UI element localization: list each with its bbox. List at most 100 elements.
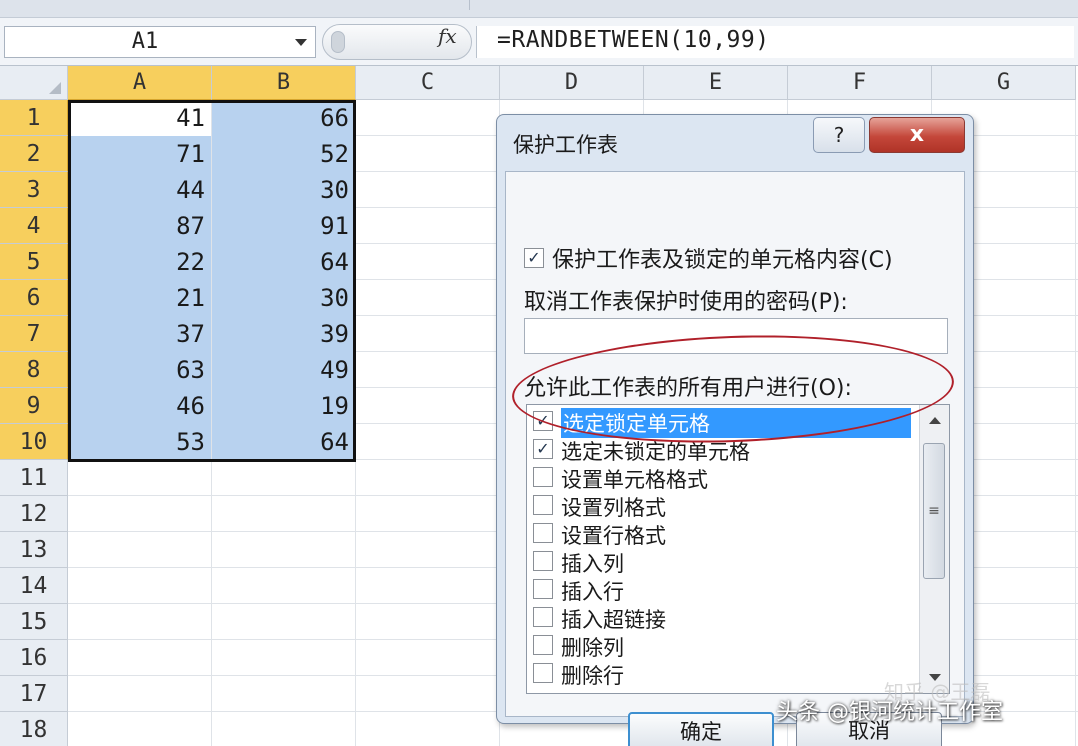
grip-icon: ≡ [928,503,940,519]
row-header-17[interactable]: 17 [0,676,68,712]
cell-a10[interactable]: 53 [68,424,211,460]
permission-item[interactable]: 删除行 [527,659,917,688]
permission-label: 选定锁定单元格 [561,408,911,438]
check-icon: ✓ [536,411,550,430]
permission-checkbox[interactable] [533,579,553,599]
permission-checkbox[interactable] [533,551,553,571]
cell-b8[interactable]: 49 [212,352,355,388]
protect-content-label: 保护工作表及锁定的单元格内容(C) [552,248,893,273]
cell-a7[interactable]: 37 [68,316,211,352]
row-header-14[interactable]: 14 [0,568,68,604]
insert-function-icon[interactable]: fx [438,24,466,52]
close-button[interactable]: x [869,117,965,153]
name-box-value: A1 [131,29,159,54]
permission-checkbox[interactable] [533,663,553,683]
column-header-c[interactable]: C [356,66,500,100]
permissions-scrollbar[interactable]: ≡ [919,405,949,693]
permission-item[interactable]: 插入超链接 [527,603,917,632]
row-header-2[interactable]: 2 [0,136,68,172]
row-header-7[interactable]: 7 [0,316,68,352]
permission-item[interactable]: ✓ 选定未锁定的单元格 [527,435,917,464]
permission-label: 删除列 [561,636,624,660]
permission-item[interactable]: 插入列 [527,547,917,576]
cell-b6[interactable]: 30 [212,280,355,316]
dialog-body: ✓ 保护工作表及锁定的单元格内容(C) 取消工作表保护时使用的密码(P): 允许… [505,171,965,746]
permission-label: 插入超链接 [561,608,666,632]
protect-sheet-dialog: 保护工作表 ? x ✓ 保护工作表及锁定的单元格内容(C) 取消工作表保护时使用… [496,114,974,746]
column-header-b[interactable]: B [212,66,356,100]
column-header-e[interactable]: E [644,66,788,100]
password-input[interactable] [524,318,948,354]
row-header-11[interactable]: 11 [0,460,68,496]
permission-item[interactable]: 设置列格式 [527,491,917,520]
cell-b10[interactable]: 64 [212,424,355,460]
cell-b3[interactable]: 30 [212,172,355,208]
cell-b2[interactable]: 52 [212,136,355,172]
row-header-10[interactable]: 10 [0,424,68,460]
permission-checkbox[interactable] [533,523,553,543]
row-header-12[interactable]: 12 [0,496,68,532]
row-header-4[interactable]: 4 [0,208,68,244]
scroll-thumb[interactable]: ≡ [923,443,945,579]
row-header-15[interactable]: 15 [0,604,68,640]
permission-item[interactable]: 设置单元格格式 [527,463,917,492]
column-header-g[interactable]: G [932,66,1076,100]
cell-b9[interactable]: 19 [212,388,355,424]
row-header-16[interactable]: 16 [0,640,68,676]
row-header-3[interactable]: 3 [0,172,68,208]
cell-a1[interactable]: 41 [68,100,211,136]
row-header-1[interactable]: 1 [0,100,68,136]
permission-checkbox[interactable] [533,495,553,515]
cell-b7[interactable]: 39 [212,316,355,352]
formula-bar: A1 fx =RANDBETWEEN(10,99) [0,18,1078,66]
cell-a9[interactable]: 46 [68,388,211,424]
ribbon-divider [330,0,470,10]
chevron-down-icon[interactable] [295,39,307,46]
cell-a4[interactable]: 87 [68,208,211,244]
protect-content-checkbox[interactable]: ✓ [524,248,544,268]
permission-checkbox[interactable]: ✓ [533,411,553,431]
permission-item[interactable]: 插入行 [527,575,917,604]
select-all-icon [49,82,61,94]
permission-label: 设置单元格格式 [561,468,708,492]
permission-checkbox[interactable] [533,607,553,627]
watermark: 头条 @银河统计工作室 [776,700,1003,725]
permission-label: 插入列 [561,552,624,576]
scroll-up-icon[interactable] [929,417,941,424]
formula-text: =RANDBETWEEN(10,99) [497,27,770,53]
help-button[interactable]: ? [813,117,865,153]
ok-button[interactable]: 确定 [628,712,774,746]
permission-item[interactable]: ✓ 选定锁定单元格 [527,407,917,438]
permissions-list[interactable]: 删除行 删除列 插入超链接 插入行 插入列 设置行格式 设置列格式 设置单元格格式 ✓ 选定未锁定… [526,404,950,694]
permission-label: 选定未锁定的单元格 [561,440,750,464]
column-header-d[interactable]: D [500,66,644,100]
row-header-13[interactable]: 13 [0,532,68,568]
row-header-8[interactable]: 8 [0,352,68,388]
row-header-9[interactable]: 9 [0,388,68,424]
name-box[interactable]: A1 [4,26,316,58]
row-header-18[interactable]: 18 [0,712,68,746]
permission-item[interactable]: 删除列 [527,631,917,660]
password-label: 取消工作表保护时使用的密码(P): [524,290,848,315]
column-header-a[interactable]: A [68,66,212,100]
permission-checkbox[interactable] [533,635,553,655]
cell-a8[interactable]: 63 [68,352,211,388]
permission-checkbox[interactable] [533,467,553,487]
ribbon-edge [0,0,1078,18]
select-all-button[interactable] [0,66,68,100]
permission-checkbox[interactable]: ✓ [533,439,553,459]
column-header-f[interactable]: F [788,66,932,100]
cell-a3[interactable]: 44 [68,172,211,208]
row-header-6[interactable]: 6 [0,280,68,316]
cell-a5[interactable]: 22 [68,244,211,280]
cell-b5[interactable]: 64 [212,244,355,280]
formula-input[interactable]: =RANDBETWEEN(10,99) [476,26,1074,58]
row-header-5[interactable]: 5 [0,244,68,280]
permission-item[interactable]: 设置行格式 [527,519,917,548]
permission-label: 插入行 [561,580,624,604]
cell-b4[interactable]: 91 [212,208,355,244]
cell-a6[interactable]: 21 [68,280,211,316]
splitter-handle-icon[interactable] [331,31,345,53]
cell-b1[interactable]: 66 [212,100,355,136]
cell-a2[interactable]: 71 [68,136,211,172]
